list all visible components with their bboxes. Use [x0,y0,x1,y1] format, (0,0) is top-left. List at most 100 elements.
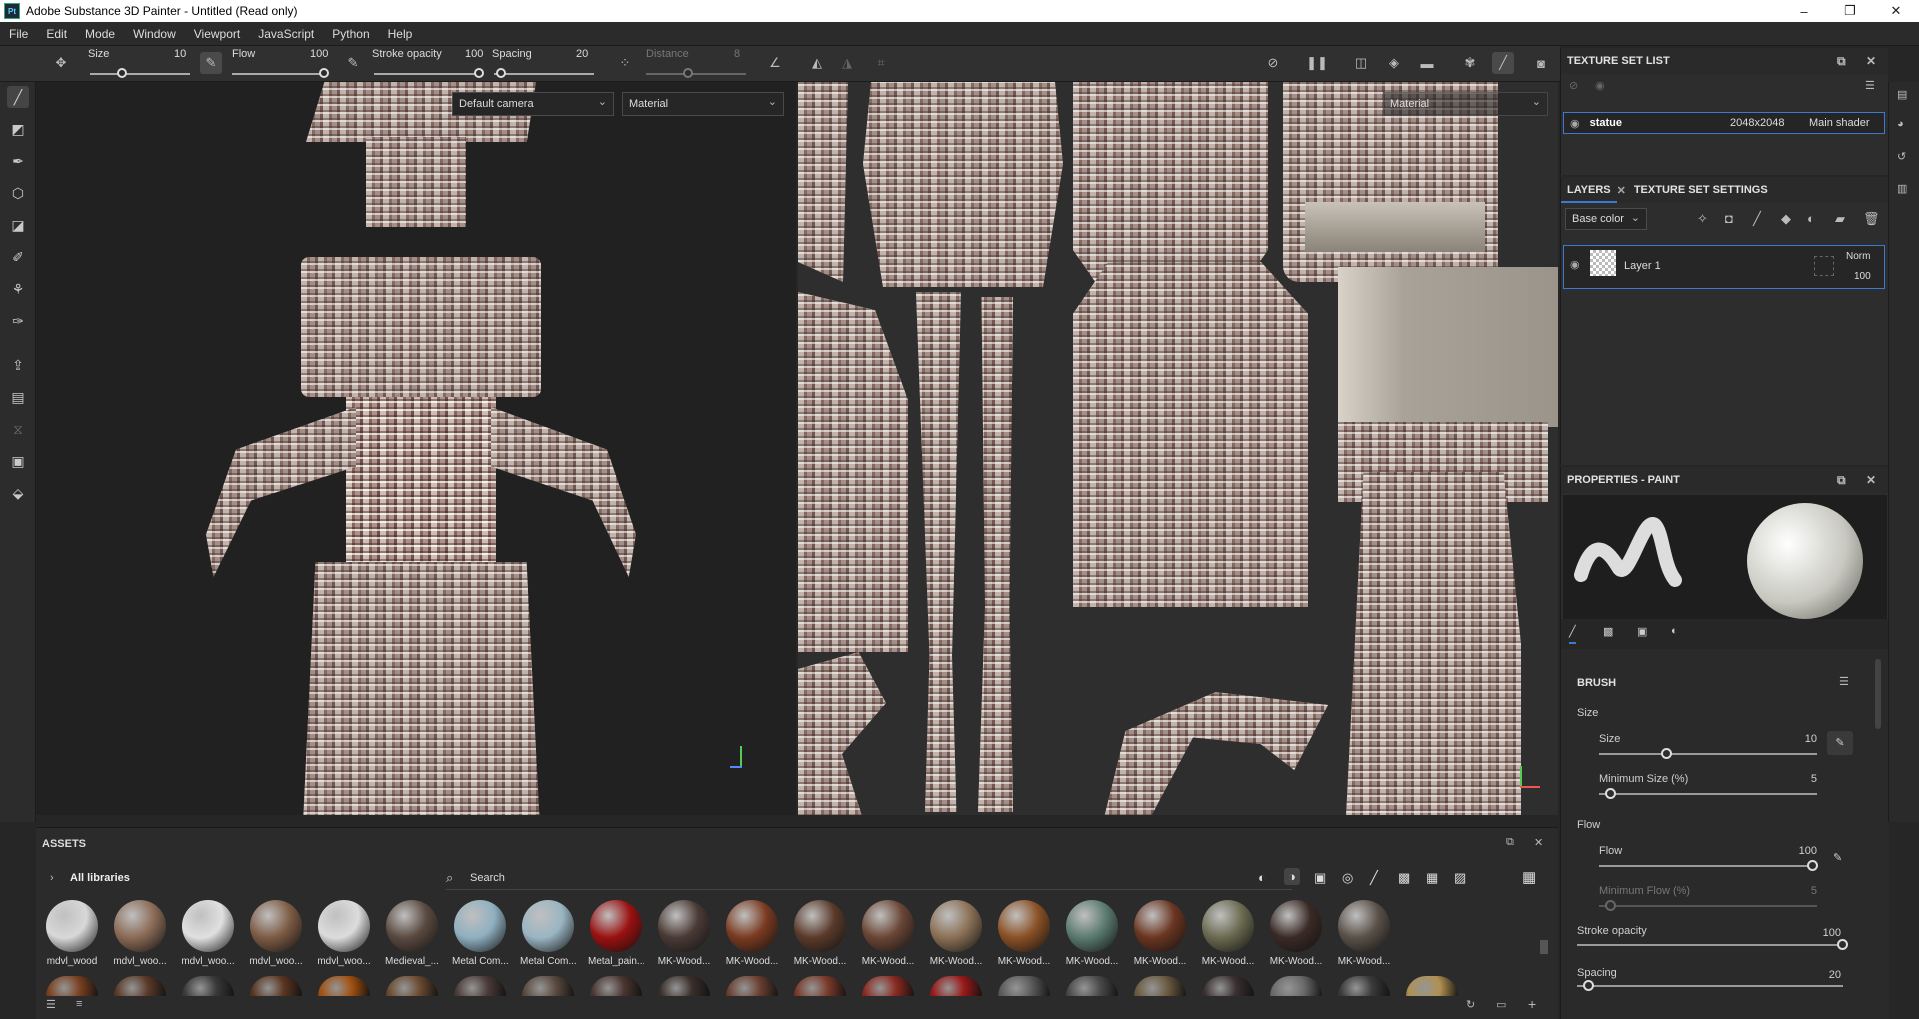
prop-flow-slider[interactable] [1599,865,1817,867]
brush-tab-icon[interactable]: ╱ [1569,625,1576,644]
asset-thumbnail[interactable] [1406,976,1458,996]
screenshot-icon[interactable]: ◙ [1530,52,1552,74]
asset-thumbnail[interactable] [1338,900,1390,952]
size-slider[interactable] [90,73,190,75]
flow-slider[interactable] [232,73,327,75]
delete-layer-icon[interactable]: 🗑 [1863,211,1880,227]
filter-generators-icon[interactable]: ◎ [1342,870,1353,886]
filter-environments-icon[interactable]: ▨ [1454,870,1466,886]
asset-thumbnail[interactable] [46,976,98,996]
asset-thumbnail[interactable] [1202,976,1254,996]
environment-icon[interactable]: ✾ [1459,52,1481,74]
texture-set-dock-icon[interactable]: ▤ [1897,88,1907,101]
distance-handle[interactable] [683,68,693,78]
viewport3d-mode-dropdown[interactable]: Material [622,92,784,116]
log-icon[interactable]: ▥ [1897,182,1907,195]
close-icon[interactable]: ✕ [1873,0,1919,22]
pause-icon[interactable]: ❚❚ [1306,52,1328,74]
asset-thumbnail[interactable] [114,900,166,952]
expand-chevron-icon[interactable]: › [50,872,54,884]
restore-icon[interactable]: ❐ [1827,0,1873,22]
mirror-icon[interactable]: ◭ [806,52,828,74]
asset-thumbnail[interactable] [998,976,1050,996]
asset-thumbnail[interactable] [114,976,166,996]
min-size-value[interactable]: 5 [1787,773,1817,785]
display-settings-icon[interactable]: ◕ [1897,118,1904,130]
menu-edit[interactable]: Edit [37,27,76,41]
asset-thumbnail[interactable] [998,900,1050,952]
prop-spacing-slider[interactable] [1577,985,1843,987]
asset-thumbnail[interactable] [658,976,710,996]
asset-thumbnail[interactable] [794,900,846,952]
add-mask-icon[interactable]: ◐ [1807,211,1815,226]
minimize-icon[interactable]: – [1781,0,1827,22]
min-flow-handle[interactable] [1605,900,1616,911]
spacing-slider[interactable] [494,73,594,75]
asset-thumbnail[interactable] [522,976,574,996]
asset-thumbnail[interactable] [182,976,234,996]
prop-flow-value[interactable]: 100 [1787,845,1817,857]
camera-video-icon[interactable]: ▬ [1416,52,1438,74]
add-smart-mask-icon[interactable]: ◘ [1725,211,1733,226]
add-folder-icon[interactable]: ▰ [1835,211,1845,227]
filter-smart-materials-icon[interactable]: ◑ [1284,868,1300,885]
channel-dropdown[interactable]: Base color [1565,208,1647,230]
properties-close-icon[interactable]: ✕ [1866,473,1876,487]
min-size-slider[interactable] [1599,793,1817,795]
prop-size-handle[interactable] [1661,748,1672,759]
smudge-icon[interactable]: ✐ [7,246,29,268]
prop-stroke-opacity-value[interactable]: 100 [1811,927,1841,939]
asset-thumbnail[interactable] [1134,900,1186,952]
asset-thumbnail[interactable] [1270,900,1322,952]
alpha-tab-icon[interactable]: ▩ [1603,625,1613,638]
hide-icon[interactable]: ⊘ [1262,52,1284,74]
asset-thumbnail[interactable] [590,976,642,996]
clone-icon[interactable]: ⚘ [7,278,29,300]
properties-undock-icon[interactable]: ⧉ [1837,473,1846,488]
asset-thumbnail[interactable] [726,976,778,996]
texture-set-row[interactable]: ◉ statue 2048x2048 Main shader [1563,112,1885,134]
projection-icon[interactable]: ✒ [7,150,29,172]
menu-help[interactable]: Help [379,27,422,41]
angle-icon[interactable]: ∠ [764,52,786,74]
mirror-axis-icon[interactable]: ◮ [836,52,858,74]
history-icon[interactable]: ↺ [1897,150,1906,163]
asset-thumbnail[interactable] [454,900,506,952]
asset-thumbnail[interactable] [1202,900,1254,952]
cube-icon[interactable]: ◈ [1383,52,1405,74]
tab-texture-set-settings[interactable]: TEXTURE SET SETTINGS [1634,184,1768,196]
prop-spacing-handle[interactable] [1583,980,1594,991]
prop-size-slider[interactable] [1599,753,1817,755]
add-asset-icon[interactable]: + [1528,996,1536,1012]
prop-flow-handle[interactable] [1807,860,1818,871]
flow-pen-pressure-icon[interactable]: ✎ [1833,851,1842,864]
viewport2d-mode-dropdown[interactable]: Material [1383,92,1548,116]
menu-window[interactable]: Window [124,27,185,41]
filter-brushes-icon[interactable]: ╱ [1370,870,1378,886]
grid-view-icon[interactable]: ▦ [1522,868,1536,886]
menu-mode[interactable]: Mode [76,27,124,41]
size-pressure-icon[interactable]: ✎ [200,52,222,74]
refresh-icon[interactable]: ↻ [1466,998,1475,1011]
camera-dropdown[interactable]: Default camera [452,92,614,116]
asset-thumbnail[interactable] [454,976,506,996]
asset-thumbnail[interactable] [658,900,710,952]
spacing-handle[interactable] [496,68,506,78]
asset-thumbnail[interactable] [250,900,302,952]
layer-opacity[interactable]: 100 [1854,271,1871,282]
bake-icon[interactable]: ▤ [7,386,29,408]
min-size-handle[interactable] [1605,788,1616,799]
stroke-opacity-handle[interactable] [474,68,484,78]
material-tab-icon[interactable]: ◐ [1671,625,1678,637]
visibility-icon[interactable]: ◉ [1595,79,1605,92]
filter-alphas-icon[interactable]: ▩ [1398,870,1410,886]
min-flow-slider[interactable] [1599,905,1817,907]
uv-icon[interactable]: ⬙ [7,482,29,504]
asset-thumbnail[interactable] [182,900,234,952]
color-picker-icon[interactable]: ✑ [7,310,29,332]
asset-thumbnail[interactable] [1270,976,1322,996]
asset-thumbnail[interactable] [386,900,438,952]
search-input[interactable]: Search [470,872,505,884]
asset-thumbnail[interactable] [318,976,370,996]
flow-slider-handle[interactable] [319,68,329,78]
